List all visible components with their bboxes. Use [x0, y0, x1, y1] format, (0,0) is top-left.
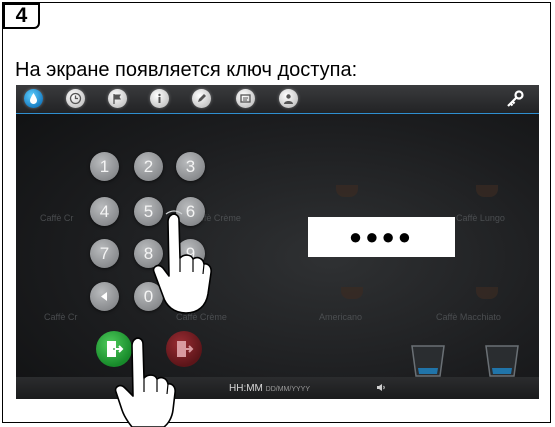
keypad-key-7[interactable]: 7 [90, 239, 119, 268]
bg-drink-label: Caffè Macchiato [436, 312, 501, 322]
bg-drink-label: Caffè Cr [40, 213, 74, 223]
milk-jug-icon [485, 345, 519, 377]
bg-cup [336, 185, 358, 197]
water-drop-icon[interactable] [24, 89, 43, 108]
keypad-backspace[interactable] [90, 282, 119, 311]
top-toolbar [16, 85, 539, 114]
user-icon[interactable] [279, 89, 298, 108]
milk-jug-icon [411, 345, 445, 377]
pin-display: ●●●● [308, 217, 455, 257]
pencil-icon[interactable] [192, 89, 211, 108]
backspace-icon [101, 292, 107, 301]
keypad-key-3[interactable]: 3 [176, 152, 205, 181]
flag-icon[interactable] [108, 89, 127, 108]
bg-cup [476, 185, 498, 197]
bg-cup [476, 287, 498, 299]
time-text: HH:MM [229, 383, 263, 394]
instruction-caption: На экране появляется ключ доступа: [15, 59, 358, 81]
status-bar: HH:MM DD/MM/YYYY [16, 377, 539, 399]
machine-screen: Caffè Cr Caffè Crème Caffè Lungo Caffè C… [16, 85, 539, 399]
keypad-key-4[interactable]: 4 [90, 197, 119, 226]
hand-pointer-icon [114, 337, 176, 427]
step-number: 4 [3, 3, 40, 29]
keypad-key-2[interactable]: 2 [134, 152, 163, 181]
bg-cup [341, 287, 363, 299]
clock-icon[interactable] [66, 89, 85, 108]
screen-icon[interactable] [236, 89, 255, 108]
info-icon[interactable] [150, 89, 169, 108]
date-time-display: HH:MM DD/MM/YYYY [229, 383, 310, 394]
bg-drink-label: Caffè Cr [44, 312, 78, 322]
volume-icon[interactable] [376, 383, 386, 392]
keypad-key-1[interactable]: 1 [90, 152, 119, 181]
bg-drink-label: Caffè Lungo [456, 213, 505, 223]
pin-masked-value: ●●●● [348, 224, 415, 249]
bg-drink-label: Americano [319, 312, 363, 322]
date-text: DD/MM/YYYY [265, 386, 311, 393]
hand-pointer-icon [152, 210, 212, 314]
key-icon [507, 90, 524, 107]
